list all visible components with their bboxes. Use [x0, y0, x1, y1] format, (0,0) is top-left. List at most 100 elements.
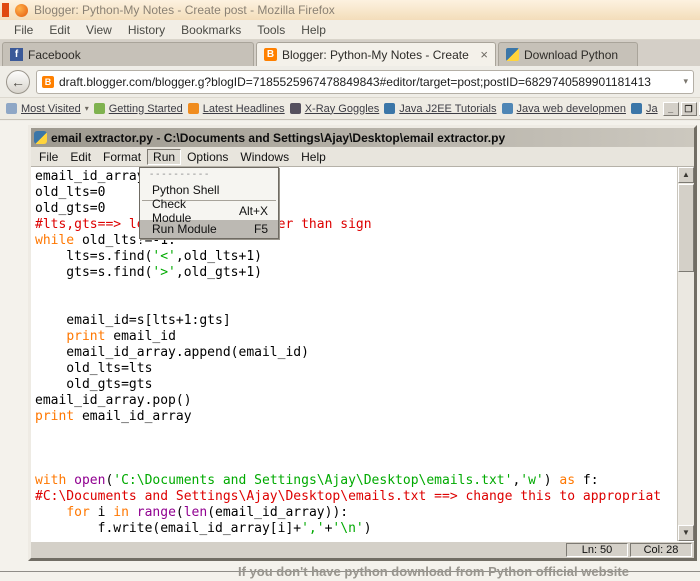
firefox-menu-file[interactable]: File	[6, 23, 41, 37]
tab-download-python[interactable]: Download Python	[498, 42, 638, 66]
idle-menubar: File Edit Format Run Options Windows Hel…	[31, 147, 694, 167]
firefox-titlebar: Blogger: Python-My Notes - Create post -…	[0, 0, 700, 20]
tab-label: Download Python	[524, 47, 619, 62]
site-favicon-icon: B	[42, 75, 54, 88]
code-area[interactable]: email_id_array=[] old_lts=0 old_gts=0 #lts,…	[35, 169, 677, 537]
minimize-button[interactable]: _	[662, 101, 679, 116]
url-dropdown-icon[interactable]: ▾	[683, 76, 688, 87]
menu-item-run-module[interactable]: Run Module F5	[140, 220, 278, 238]
rss-feed-icon	[187, 103, 199, 114]
code-editor[interactable]: email_id_array=[] old_lts=0 old_gts=0 #lts,…	[31, 167, 694, 541]
bookmark-icon	[630, 103, 642, 114]
xray-goggles-icon	[289, 103, 301, 114]
back-button[interactable]: ←	[6, 69, 30, 94]
most-visited-icon	[6, 103, 17, 114]
menu-shortcut: F5	[253, 222, 268, 236]
code-line: old_lts=0	[35, 185, 106, 200]
firefox-menu-history[interactable]: History	[120, 23, 173, 37]
java-tutorials-icon	[384, 103, 396, 114]
firefox-app-icon[interactable]	[2, 3, 9, 17]
code-line: email_id_array.pop()	[35, 393, 192, 408]
url-bar[interactable]: B draft.blogger.com/blogger.g?blogID=718…	[36, 69, 694, 94]
scroll-down-button[interactable]: ▼	[678, 525, 694, 541]
menu-tearoff-handle[interactable]: - - - - - - - - - -	[140, 168, 278, 181]
idle-menu-run[interactable]: Run	[147, 148, 182, 165]
idle-menu-edit[interactable]: Edit	[64, 149, 97, 165]
bookmark-truncated[interactable]: Ja	[630, 103, 658, 115]
menu-item-check-module[interactable]: Check Module Alt+X	[140, 197, 278, 225]
page-text: If you don't have python download from P…	[238, 564, 629, 579]
menu-item-label: Run Module	[152, 222, 217, 236]
window-controls: _ ❐ ✕	[662, 101, 700, 116]
code-line: print email_id_array	[35, 409, 192, 424]
firefox-menu-bookmarks[interactable]: Bookmarks	[173, 23, 249, 37]
code-line: #C:\Documents and Settings\Ajay\Desktop\…	[35, 489, 662, 504]
firefox-logo-icon	[15, 3, 28, 17]
tab-facebook[interactable]: f Facebook	[2, 42, 254, 66]
bookmark-latest-headlines[interactable]: Latest Headlines	[187, 103, 285, 115]
code-line: old_gts=gts	[35, 377, 153, 392]
tab-label: Blogger: Python-My Notes - Create post	[282, 47, 471, 62]
url-text[interactable]: draft.blogger.com/blogger.g?blogID=71855…	[59, 75, 678, 89]
bookmark-getting-started[interactable]: Getting Started	[93, 103, 183, 115]
code-line: print email_id	[66, 329, 176, 344]
run-dropdown-menu: - - - - - - - - - - Python Shell Check M…	[139, 167, 279, 239]
status-col-indicator: Col: 28	[630, 543, 692, 557]
bookmark-java-web-development[interactable]: Java web developmen	[501, 103, 626, 115]
maximize-button[interactable]: ❐	[680, 101, 697, 116]
python-favicon-icon	[506, 48, 519, 61]
code-line: for i in range(len(email_id_array)):	[66, 505, 349, 520]
idle-menu-windows[interactable]: Windows	[234, 149, 295, 165]
bookmark-most-visited[interactable]: Most Visited ▾	[6, 103, 89, 115]
facebook-icon: f	[10, 48, 23, 61]
idle-menu-options[interactable]: Options	[181, 149, 234, 165]
code-line: email_id=s[lts+1:gts]	[35, 313, 231, 328]
blogger-icon: B	[264, 48, 277, 61]
idle-statusbar: Ln: 50 Col: 28	[31, 541, 694, 558]
code-line: #lts,gts==> less than and greater than s…	[35, 217, 372, 232]
code-line: old_gts=0	[35, 201, 106, 216]
firefox-menu-edit[interactable]: Edit	[41, 23, 78, 37]
menu-shortcut: Alt+X	[238, 204, 268, 218]
idle-titlebar[interactable]: email extractor.py - C:\Documents and Se…	[31, 128, 694, 147]
menu-item-label: Python Shell	[152, 183, 220, 197]
scrollbar-thumb[interactable]	[678, 184, 694, 272]
vertical-scrollbar[interactable]: ▲ ▼	[677, 167, 694, 541]
bookmark-java-j2ee-tutorials[interactable]: Java J2EE Tutorials	[384, 103, 497, 115]
idle-window-title: email extractor.py - C:\Documents and Se…	[51, 130, 506, 145]
idle-menu-help[interactable]: Help	[295, 149, 332, 165]
tab-blogger-create-post[interactable]: B Blogger: Python-My Notes - Create post…	[256, 42, 496, 66]
firefox-navbar: ← B draft.blogger.com/blogger.g?blogID=7…	[0, 66, 700, 98]
idle-menu-file[interactable]: File	[33, 149, 64, 165]
bookmarks-toolbar: Most Visited ▾ Getting Started Latest He…	[0, 98, 700, 120]
screen: Blogger: Python-My Notes - Create post -…	[0, 0, 700, 581]
idle-window: email extractor.py - C:\Documents and Se…	[28, 125, 697, 561]
code-line: gts=s.find('>',old_gts+1)	[35, 265, 262, 280]
scroll-up-button[interactable]: ▲	[678, 167, 694, 183]
getting-started-icon	[93, 103, 105, 114]
python-idle-icon	[34, 131, 47, 144]
tab-label: Facebook	[28, 47, 81, 62]
firefox-menu-help[interactable]: Help	[293, 23, 334, 37]
bookmark-xray-goggles[interactable]: X-Ray Goggles	[289, 103, 379, 115]
code-line: f.write(email_id_array[i]+','+'\n')	[35, 521, 372, 536]
firefox-window-title: Blogger: Python-My Notes - Create post -…	[34, 3, 335, 17]
menu-item-label: Check Module	[152, 197, 192, 225]
code-line: email_id_array=[]	[35, 169, 169, 184]
code-line: while old_lts!=-1:	[35, 233, 176, 248]
firefox-menubar: File Edit View History Bookmarks Tools H…	[0, 20, 700, 40]
java-web-icon	[501, 103, 513, 114]
firefox-menu-view[interactable]: View	[78, 23, 120, 37]
idle-menu-format[interactable]: Format	[97, 149, 147, 165]
dropdown-arrow-icon: ▾	[84, 104, 89, 113]
code-line: old_lts=lts	[35, 361, 153, 376]
tab-close-icon[interactable]: ×	[476, 48, 488, 61]
code-line: lts=s.find('<',old_lts+1)	[35, 249, 262, 264]
status-line-indicator: Ln: 50	[566, 543, 628, 557]
firefox-menu-tools[interactable]: Tools	[249, 23, 293, 37]
